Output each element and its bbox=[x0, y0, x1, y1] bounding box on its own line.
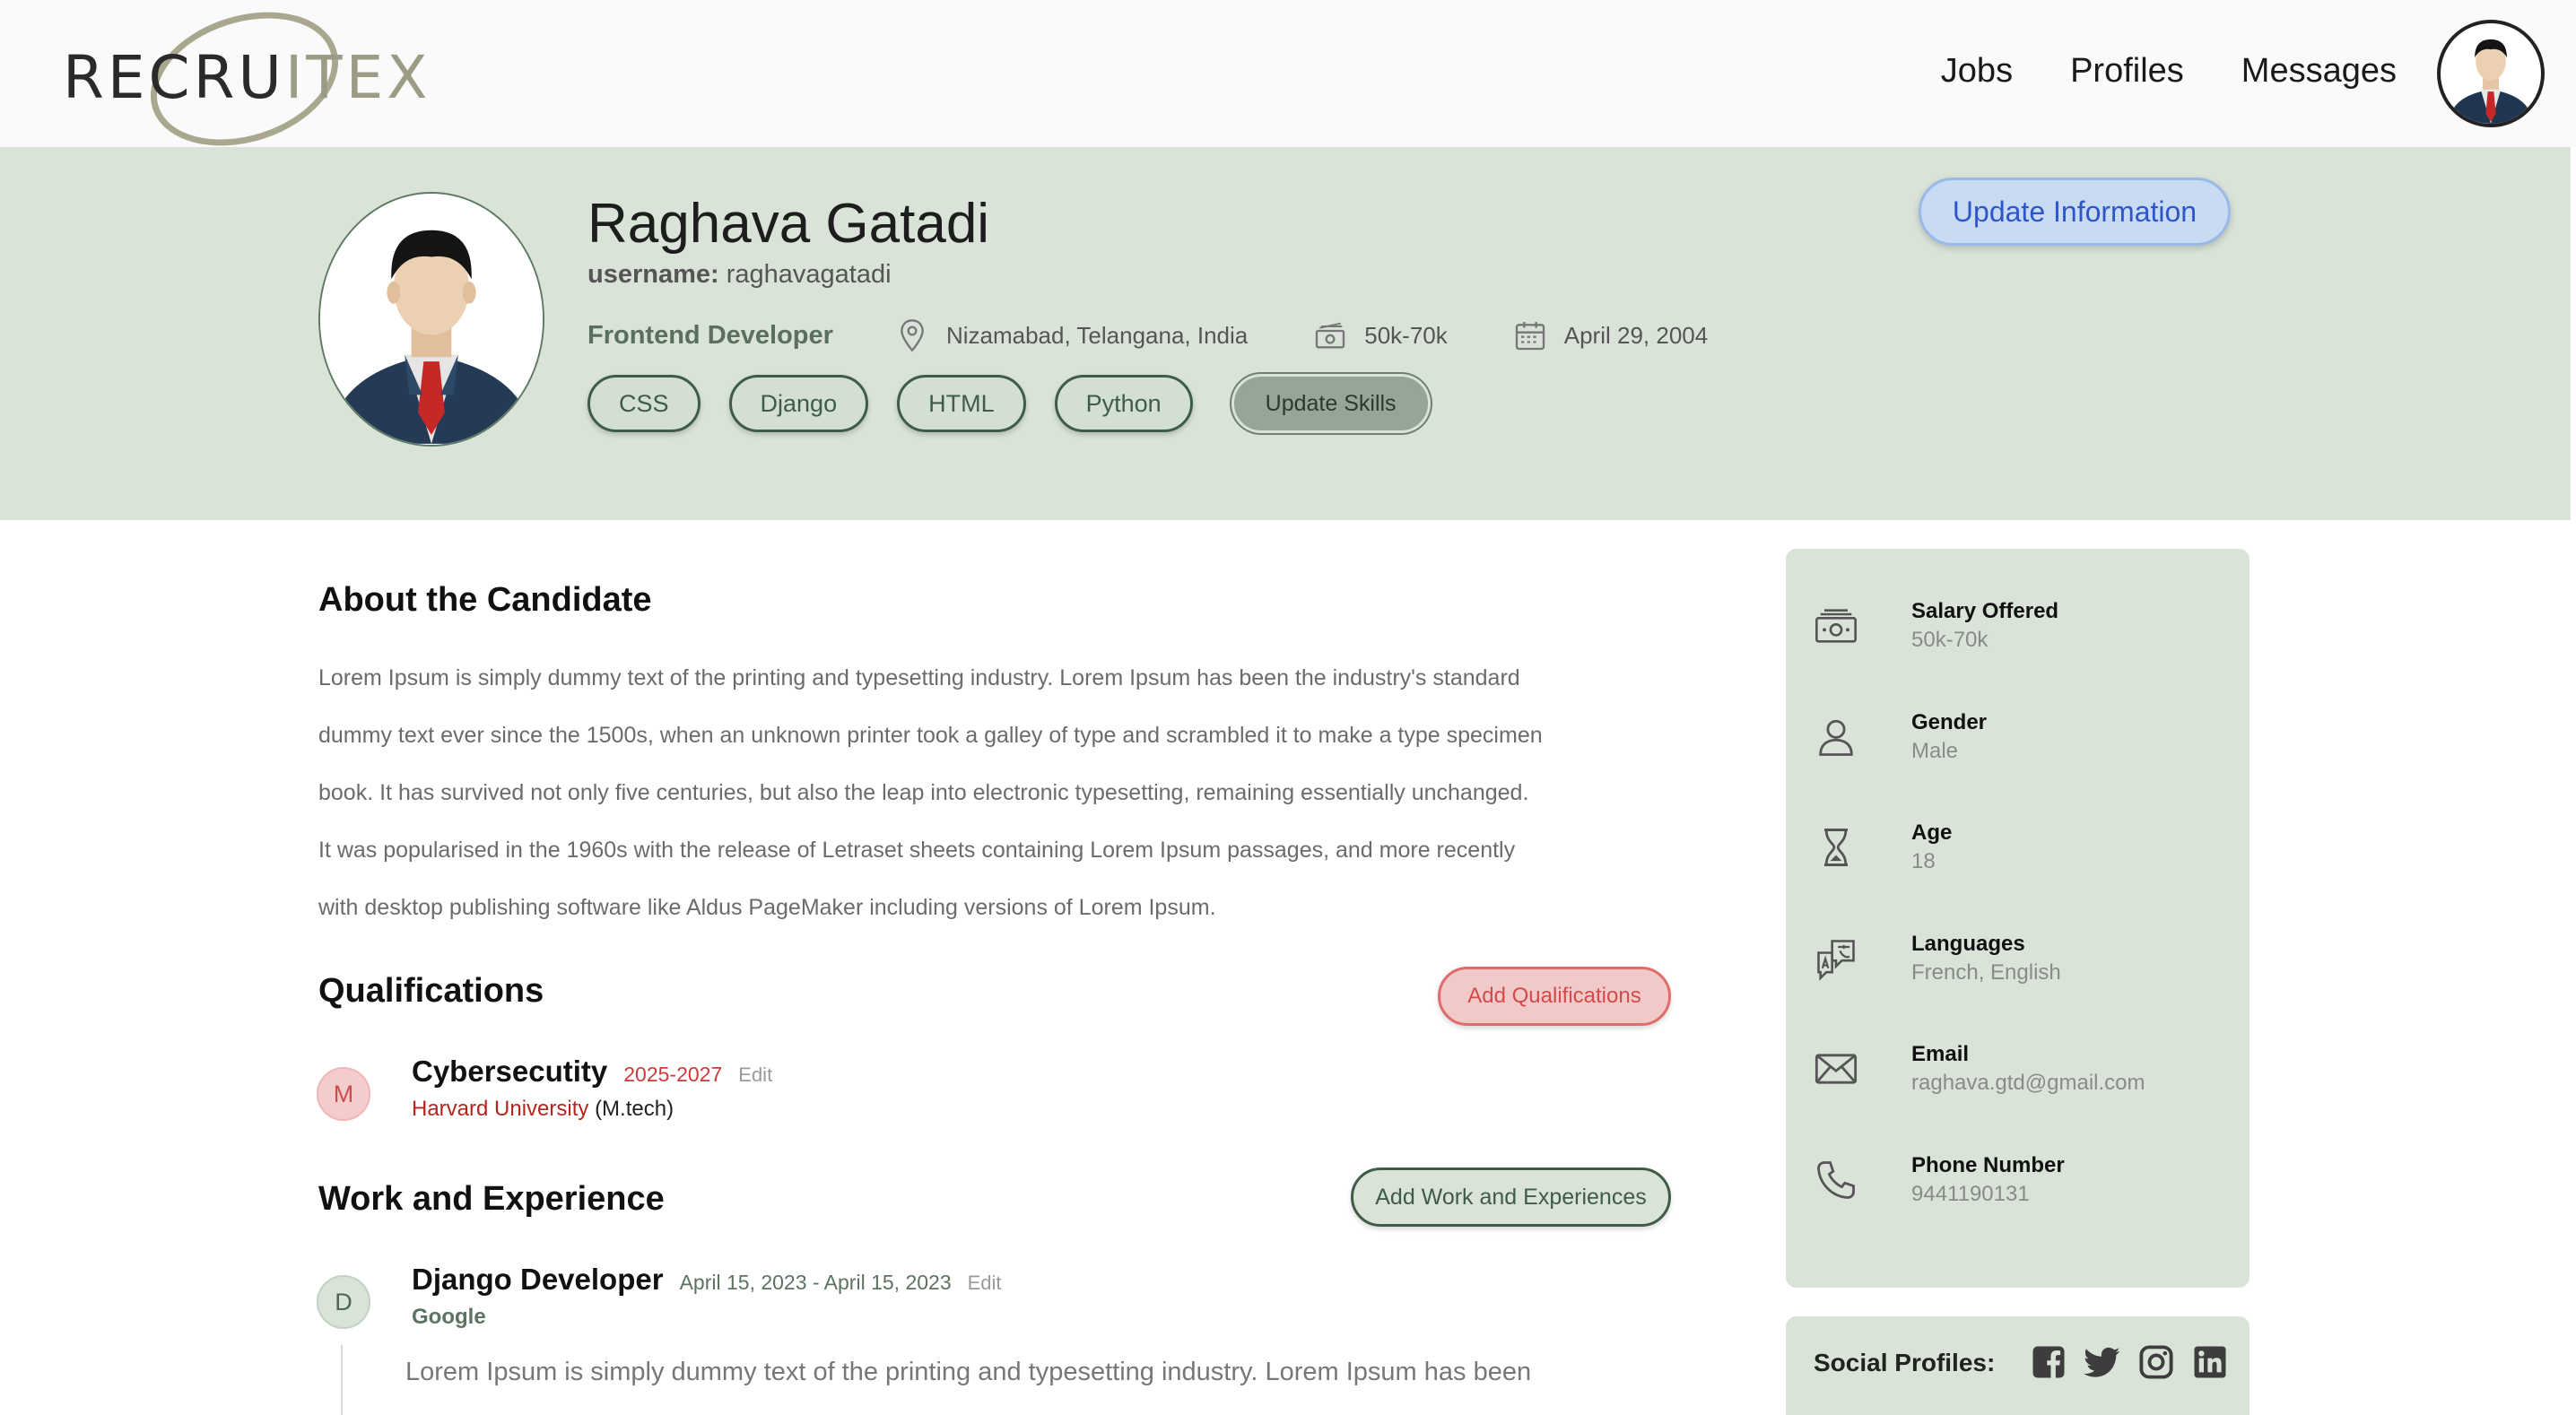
qualification-range: 2025-2027 bbox=[623, 1063, 723, 1086]
hourglass-icon bbox=[1824, 828, 1848, 867]
qualification-title: Cybersecutity bbox=[412, 1055, 608, 1088]
profile-info-row: Frontend Developer Nizamabad, Telangana,… bbox=[587, 317, 1772, 353]
about-line: dummy text ever since the 1500s, when an… bbox=[318, 723, 1543, 748]
dob-text: April 29, 2004 bbox=[1563, 321, 1709, 349]
detail-value: 9441190131 bbox=[1911, 1182, 2030, 1206]
skill-chip-django[interactable]: Django bbox=[728, 375, 869, 432]
avatar-illustration bbox=[2448, 39, 2534, 124]
username-value: raghavagatadi bbox=[726, 260, 892, 289]
nav-link-messages[interactable]: Messages bbox=[2241, 52, 2397, 91]
skills-list: CSS Django HTML Python Update Skills bbox=[587, 375, 1428, 432]
location-text: Nizamabad, Telangana, India bbox=[945, 321, 1249, 349]
instagram-icon[interactable] bbox=[2137, 1343, 2175, 1381]
experience-item: Django Developer April 15, 2023 - April … bbox=[412, 1263, 1002, 1297]
phone-icon bbox=[1817, 1161, 1855, 1199]
company-name: Google bbox=[412, 1305, 486, 1329]
detail-label: Phone Number bbox=[1911, 1153, 2065, 1177]
profile-role: Frontend Developer bbox=[587, 320, 833, 350]
details-card: Salary Offered 50k-70k Gender Male Age 18 L… bbox=[1786, 549, 2250, 1288]
detail-value: French, English bbox=[1911, 960, 2061, 985]
qualification-badge: M bbox=[317, 1067, 370, 1121]
detail-email: Email raghava.gtd@gmail.com bbox=[1813, 1042, 2145, 1096]
nav-links: Jobs Profiles Messages bbox=[1941, 52, 2397, 91]
nav-link-profiles[interactable]: Profiles bbox=[2070, 52, 2184, 91]
update-information-button[interactable]: Update Information bbox=[1919, 178, 2231, 246]
detail-languages: Languages French, English bbox=[1813, 932, 2061, 985]
social-profiles-card: Social Profiles: bbox=[1786, 1316, 2250, 1415]
salary-text: 50k-70k bbox=[1364, 321, 1448, 349]
detail-gender: Gender Male bbox=[1813, 710, 1987, 764]
linkedin-icon[interactable] bbox=[2191, 1343, 2229, 1381]
about-text: Lorem Ipsum is simply dummy text of the … bbox=[318, 649, 1682, 936]
cash-icon bbox=[1316, 322, 1345, 349]
skill-chip-python[interactable]: Python bbox=[1054, 375, 1193, 432]
detail-label: Email bbox=[1911, 1042, 1970, 1066]
social-icons bbox=[2030, 1343, 2229, 1381]
experience-badge: D bbox=[317, 1275, 370, 1329]
add-qualifications-button[interactable]: Add Qualifications bbox=[1438, 967, 1671, 1026]
qualification-item: Cybersecutity 2025-2027 Edit bbox=[412, 1055, 772, 1089]
translate-icon bbox=[1817, 940, 1855, 981]
update-skills-button[interactable]: Update Skills bbox=[1233, 377, 1428, 430]
navbar: RECRUITEX Jobs Profiles Messages bbox=[0, 0, 2576, 169]
detail-label: Gender bbox=[1911, 710, 1988, 734]
detail-salary: Salary Offered 50k-70k bbox=[1813, 599, 2058, 653]
profile-avatar bbox=[318, 192, 544, 447]
detail-phone: Phone Number 9441190131 bbox=[1813, 1153, 2065, 1207]
about-line: book. It has survived not only five cent… bbox=[318, 780, 1529, 805]
facebook-icon[interactable] bbox=[2030, 1343, 2067, 1381]
profile-avatar-illustration bbox=[320, 195, 543, 444]
detail-value: 18 bbox=[1911, 849, 1936, 873]
profile-dob: April 29, 2004 bbox=[1512, 317, 1708, 353]
skill-chip-css[interactable]: CSS bbox=[587, 375, 701, 432]
profile-salary: 50k-70k bbox=[1312, 317, 1448, 353]
edit-experience-link[interactable]: Edit bbox=[968, 1272, 1002, 1295]
experience-range: April 15, 2023 - April 15, 2023 bbox=[679, 1271, 952, 1294]
timeline-line bbox=[341, 1345, 343, 1415]
experience-company: Google bbox=[412, 1305, 486, 1330]
qualification-details: Harvard University (M.tech) bbox=[412, 1097, 674, 1122]
detail-age: Age 18 bbox=[1813, 820, 1952, 874]
edit-qualification-link[interactable]: Edit bbox=[738, 1063, 772, 1087]
experience-heading: Work and Experience bbox=[318, 1180, 665, 1218]
logo[interactable]: RECRUITEX bbox=[63, 0, 428, 169]
person-icon bbox=[1819, 719, 1853, 756]
skill-chip-html[interactable]: HTML bbox=[897, 375, 1026, 432]
detail-value: raghava.gtd@gmail.com bbox=[1911, 1071, 2145, 1095]
profile-location: Nizamabad, Telangana, India bbox=[894, 317, 1248, 353]
calendar-icon bbox=[1515, 322, 1545, 351]
profile-username: username: raghavagatadi bbox=[587, 260, 892, 290]
detail-label: Salary Offered bbox=[1911, 599, 2059, 623]
social-profiles-label: Social Profiles: bbox=[1814, 1349, 1996, 1376]
detail-label: Age bbox=[1911, 820, 1953, 845]
about-heading: About the Candidate bbox=[318, 581, 652, 619]
location-pin-icon bbox=[901, 319, 924, 352]
detail-value: 50k-70k bbox=[1911, 628, 1989, 652]
about-line: It was popularised in the 1960s with the… bbox=[318, 838, 1516, 863]
profile-name: Raghava Gatadi bbox=[587, 193, 990, 255]
detail-value: Male bbox=[1911, 739, 1959, 763]
qualification-institution: Harvard University bbox=[412, 1097, 589, 1121]
username-label: username: bbox=[587, 260, 719, 289]
about-line: with desktop publishing software like Al… bbox=[318, 895, 1216, 920]
experience-title: Django Developer bbox=[412, 1263, 664, 1296]
logo-text: RECRUITEX bbox=[63, 43, 431, 112]
cash-icon bbox=[1815, 609, 1857, 643]
detail-label: Languages bbox=[1911, 932, 2025, 956]
qualification-degree: (M.tech) bbox=[595, 1097, 674, 1121]
envelope-icon bbox=[1815, 1054, 1858, 1084]
about-line: Lorem Ipsum is simply dummy text of the … bbox=[318, 665, 1520, 690]
add-experience-button[interactable]: Add Work and Experiences bbox=[1351, 1168, 1671, 1227]
qualifications-heading: Qualifications bbox=[318, 972, 544, 1010]
twitter-icon[interactable] bbox=[2084, 1343, 2121, 1381]
experience-description: Lorem Ipsum is simply dummy text of the … bbox=[405, 1358, 1532, 1386]
user-avatar[interactable] bbox=[2437, 20, 2545, 127]
nav-link-jobs[interactable]: Jobs bbox=[1941, 52, 2013, 91]
